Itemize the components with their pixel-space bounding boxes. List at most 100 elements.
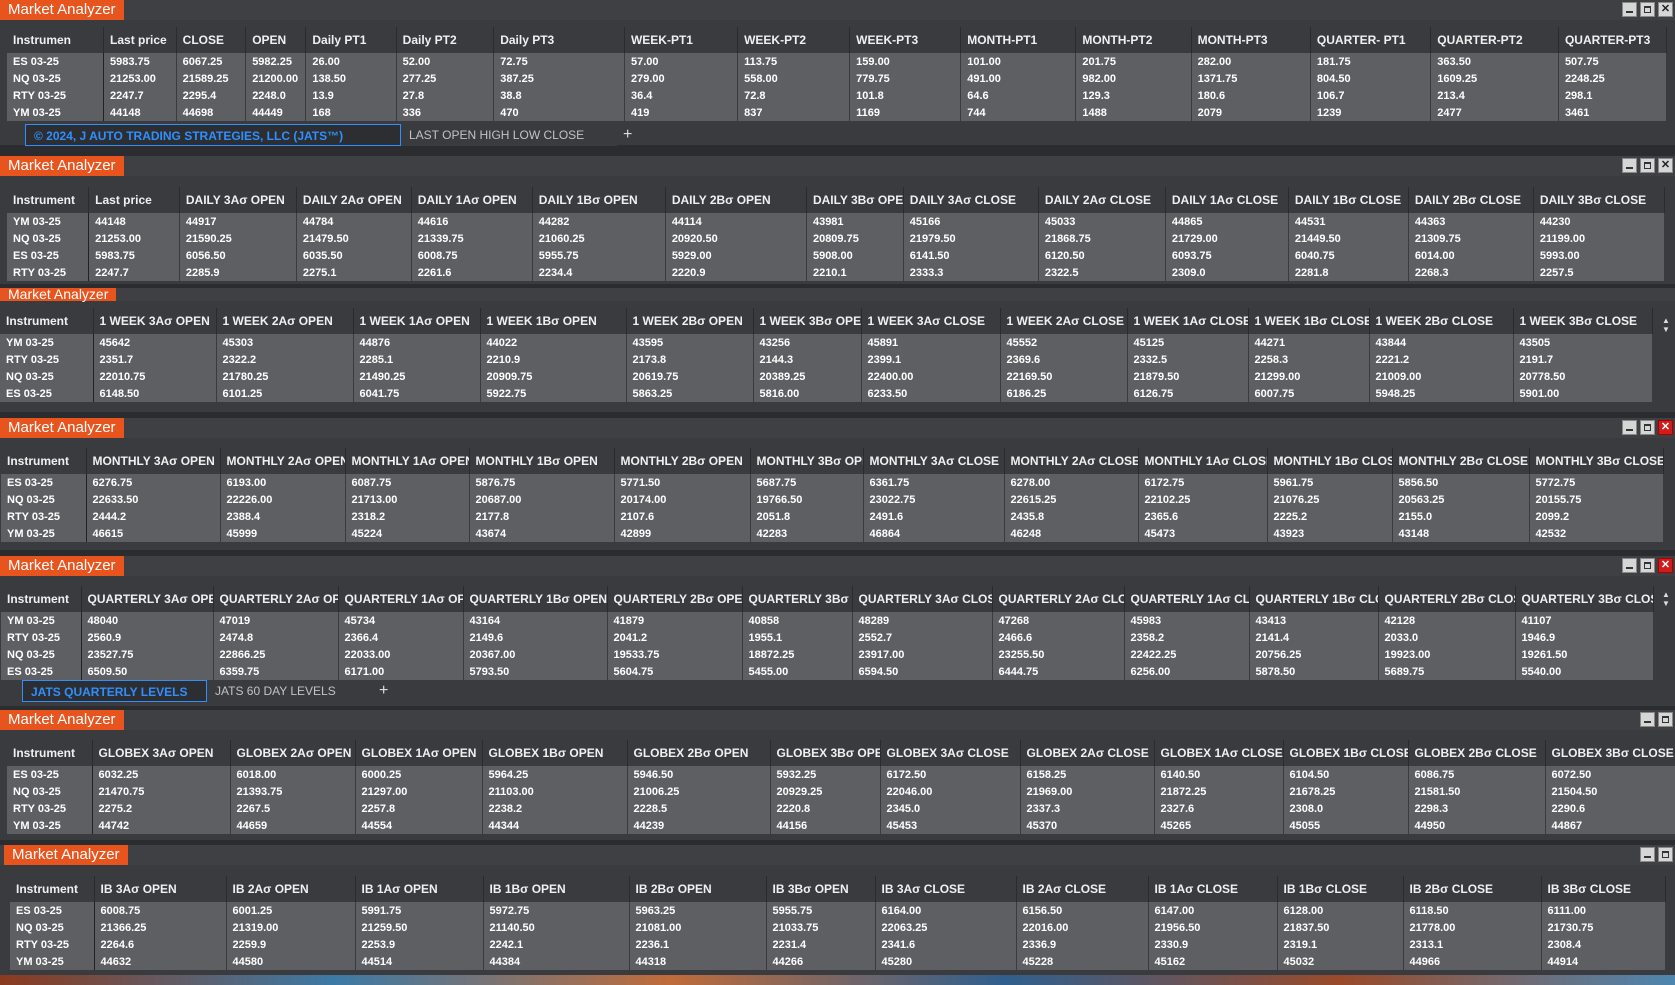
column-header[interactable]: Instrument <box>7 187 90 213</box>
table-row[interactable]: NQ 03-25 22010.75 21780.25 21490.25 20909.75… <box>0 368 1653 385</box>
table-row[interactable]: NQ 03-25 22633.50 22226.00 21713.00 20687.00… <box>1 491 1664 508</box>
column-header[interactable]: DAILY 3Bσ CLOSE <box>1533 187 1666 213</box>
table-row[interactable]: RTY 03-25 2560.9 2474.8 2366.4 2149.6 2041.2 1… <box>1 629 1654 646</box>
column-header[interactable]: Instrumen <box>7 27 105 53</box>
column-header[interactable]: DAILY 2Bσ CLOSE <box>1408 187 1534 213</box>
column-header[interactable]: IB 3Bσ CLOSE <box>1541 876 1666 902</box>
column-header[interactable]: MONTH-PT2 <box>1075 27 1192 53</box>
column-header[interactable]: 1 WEEK 2Bσ OPEN <box>626 308 754 334</box>
table-row[interactable]: ES 03-25 5983.75 6067.25 5982.25 26.00 52.00 7… <box>7 53 1668 70</box>
column-header[interactable]: MONTHLY 2Aσ CLOSE <box>1004 448 1139 474</box>
column-header[interactable]: DAILY 3Aσ CLOSE <box>903 187 1039 213</box>
column-header[interactable]: WEEK-PT2 <box>737 27 851 53</box>
table-row[interactable]: YM 03-25 44148 44698 44449 168 336 470 419 837 11… <box>7 104 1668 121</box>
table-row[interactable]: RTY 03-25 2275.2 2267.5 2257.8 2238.2 2228.5 2… <box>7 800 1675 817</box>
minimize-icon[interactable] <box>1622 558 1637 573</box>
column-header[interactable]: 1 WEEK 2Aσ CLOSE <box>1000 308 1128 334</box>
column-header[interactable]: Instrument <box>7 740 93 766</box>
column-header[interactable]: Last price <box>103 27 177 53</box>
column-header[interactable]: Daily PT3 <box>493 27 625 53</box>
minimize-icon[interactable] <box>1622 420 1637 435</box>
column-header[interactable]: Last price <box>88 187 180 213</box>
column-header[interactable]: IB 3Aσ CLOSE <box>875 876 1017 902</box>
column-header[interactable]: MONTHLY 3Bσ CLOSE <box>1529 448 1664 474</box>
column-header[interactable]: DAILY 1Aσ OPEN <box>411 187 533 213</box>
column-header[interactable]: Instrument <box>1 448 87 474</box>
column-header[interactable]: Instrument <box>0 308 94 334</box>
column-header[interactable]: QUARTER-PT3 <box>1558 27 1668 53</box>
column-header[interactable]: DAILY 1Bσ CLOSE <box>1288 187 1409 213</box>
column-header[interactable]: GLOBEX 1Bσ CLOSE <box>1283 740 1409 766</box>
column-header[interactable]: WEEK-PT1 <box>624 27 739 53</box>
table-row[interactable]: NQ 03-25 21253.00 21590.25 21479.50 21339.75… <box>7 230 1666 247</box>
column-header[interactable]: QUARTERLY 3Bσ OPEN <box>742 586 853 612</box>
table-row[interactable]: RTY 03-25 2444.2 2388.4 2318.2 2177.8 2107.6 2… <box>1 508 1664 525</box>
column-header[interactable]: QUARTERLY 3Bσ CLOSE <box>1515 586 1654 612</box>
column-header[interactable]: GLOBEX 3Bσ CLOSE <box>1545 740 1675 766</box>
column-header[interactable]: DAILY 2Bσ OPEN <box>665 187 807 213</box>
column-header[interactable]: DAILY 1Aσ CLOSE <box>1165 187 1289 213</box>
column-header[interactable]: 1 WEEK 1Bσ OPEN <box>480 308 627 334</box>
minimize-icon[interactable] <box>1622 2 1637 17</box>
close-icon[interactable]: ✕ <box>1658 158 1673 173</box>
column-header[interactable]: DAILY 3Aσ OPEN <box>179 187 297 213</box>
column-header[interactable]: 1 WEEK 1Aσ CLOSE <box>1127 308 1249 334</box>
scroll-arrows-icon[interactable]: ▲ ▼ <box>1661 590 1671 608</box>
column-header[interactable]: QUARTERLY 1Bσ OPEN <box>463 586 608 612</box>
maximize-icon[interactable] <box>1640 158 1655 173</box>
column-header[interactable]: IB 2Bσ OPEN <box>629 876 767 902</box>
column-header[interactable]: IB 2Aσ CLOSE <box>1016 876 1149 902</box>
column-header[interactable]: QUARTERLY 3Aσ OPEN <box>81 586 214 612</box>
column-header[interactable]: IB 1Aσ OPEN <box>355 876 484 902</box>
column-header[interactable]: GLOBEX 2Aσ OPEN <box>230 740 356 766</box>
column-header[interactable]: 1 WEEK 1Aσ OPEN <box>353 308 481 334</box>
table-row[interactable]: ES 03-25 6032.25 6018.00 6000.25 5964.25 5946… <box>7 766 1675 783</box>
column-header[interactable]: QUARTERLY 2Aσ CLOSE <box>992 586 1125 612</box>
maximize-icon[interactable] <box>1640 558 1655 573</box>
table-row[interactable]: NQ 03-25 21366.25 21319.00 21259.50 21140.50… <box>10 919 1666 936</box>
column-header[interactable]: MONTHLY 1Aσ CLOSE <box>1138 448 1268 474</box>
column-header[interactable]: QUARTERLY 2Aσ OPEN <box>213 586 339 612</box>
add-tab-button[interactable]: + <box>617 124 638 146</box>
column-header[interactable]: GLOBEX 1Bσ OPEN <box>482 740 628 766</box>
table-row[interactable]: RTY 03-25 2247.7 2295.4 2248.0 13.9 27.8 38.8 3… <box>7 87 1668 104</box>
column-header[interactable]: QUARTERLY 3Aσ CLOSE <box>852 586 993 612</box>
column-header[interactable]: MONTHLY 2Bσ CLOSE <box>1392 448 1530 474</box>
column-header[interactable]: IB 1Bσ CLOSE <box>1277 876 1404 902</box>
column-header[interactable]: QUARTERLY 2Bσ CLOSE <box>1378 586 1516 612</box>
column-header[interactable]: QUARTER-PT2 <box>1430 27 1559 53</box>
column-header[interactable]: 1 WEEK 2Aσ OPEN <box>216 308 354 334</box>
column-header[interactable]: MONTHLY 1Aσ OPEN <box>345 448 470 474</box>
table-row[interactable]: ES 03-25 6509.50 6359.75 6171.00 5793.50 5604… <box>1 663 1654 680</box>
column-header[interactable]: GLOBEX 3Aσ CLOSE <box>880 740 1021 766</box>
table-row[interactable]: NQ 03-25 23527.75 22866.25 22033.00 20367.00… <box>1 646 1654 663</box>
column-header[interactable]: CLOSE <box>176 27 247 53</box>
column-header[interactable]: IB 2Bσ CLOSE <box>1403 876 1542 902</box>
minimize-icon[interactable] <box>1640 847 1655 862</box>
column-header[interactable]: IB 3Bσ OPEN <box>766 876 876 902</box>
column-header[interactable]: MONTHLY 3Bσ OPEN <box>750 448 864 474</box>
column-header[interactable]: QUARTER- PT1 <box>1310 27 1432 53</box>
table-row[interactable]: RTY 03-25 2264.6 2259.9 2253.9 2242.1 2236.1 2… <box>10 936 1666 953</box>
column-header[interactable]: MONTHLY 3Aσ CLOSE <box>863 448 1005 474</box>
column-header[interactable]: GLOBEX 3Aσ OPEN <box>92 740 231 766</box>
column-header[interactable]: Instrument <box>10 876 95 902</box>
column-header[interactable]: MONTHLY 2Bσ OPEN <box>614 448 751 474</box>
close-icon[interactable]: ✕ <box>1658 2 1673 17</box>
column-header[interactable]: DAILY 2Aσ CLOSE <box>1038 187 1166 213</box>
maximize-icon[interactable] <box>1658 712 1673 727</box>
table-row[interactable]: ES 03-25 6148.50 6101.25 6041.75 5922.75 5863… <box>0 385 1653 402</box>
tab-jats-60-day-levels[interactable]: JATS 60 DAY LEVELS <box>207 680 373 702</box>
column-header[interactable]: GLOBEX 1Aσ OPEN <box>355 740 483 766</box>
column-header[interactable]: DAILY 3Bσ OPEN <box>806 187 904 213</box>
column-header[interactable]: Instrument <box>1 586 82 612</box>
column-header[interactable]: WEEK-PT3 <box>849 27 962 53</box>
column-header[interactable]: MONTHLY 1Bσ CLOSE <box>1267 448 1393 474</box>
minimize-icon[interactable] <box>1640 712 1655 727</box>
table-row[interactable]: YM 03-25 44742 44659 44554 44344 44239 44156 45… <box>7 817 1675 834</box>
column-header[interactable]: IB 3Aσ OPEN <box>94 876 227 902</box>
add-tab-button[interactable]: + <box>373 680 394 702</box>
column-header[interactable]: IB 1Aσ CLOSE <box>1148 876 1278 902</box>
column-header[interactable]: DAILY 2Aσ OPEN <box>296 187 412 213</box>
minimize-icon[interactable] <box>1622 158 1637 173</box>
